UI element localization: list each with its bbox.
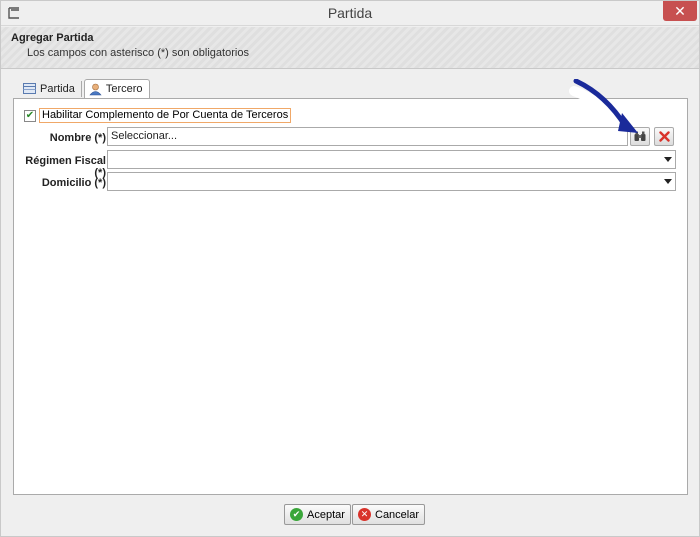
cancel-label: Cancelar [375, 508, 420, 521]
regimen-label: Régimen Fiscal (*) [25, 155, 106, 179]
window-title: Partida [327, 5, 373, 21]
accept-button[interactable]: ✔ Aceptar [284, 504, 351, 525]
check-icon: ✔ [25, 110, 35, 121]
nombre-field[interactable]: Seleccionar... [107, 127, 628, 146]
title-bar: Partida ✕ [1, 1, 699, 26]
regimen-select[interactable] [107, 150, 676, 169]
terceros-checkbox[interactable]: ✔ [24, 109, 36, 122]
user-icon [89, 83, 102, 95]
dialog-window: Partida ✕ Agregar Partida Los campos con… [0, 0, 700, 537]
accept-label: Aceptar [307, 508, 345, 521]
tab-separator [80, 81, 82, 97]
header-panel: Agregar Partida Los campos con asterisco… [1, 27, 699, 69]
close-button[interactable]: ✕ [663, 1, 697, 21]
clear-button[interactable] [654, 127, 674, 146]
domicilio-select[interactable] [107, 172, 676, 191]
cancel-icon: ✕ [358, 508, 371, 521]
clear-x-icon [658, 131, 670, 142]
tab-partida-label: Partida [40, 82, 75, 95]
chevron-down-icon [664, 179, 672, 184]
close-icon: ✕ [674, 2, 686, 19]
header-title: Agregar Partida [11, 32, 94, 44]
tab-strip: Partida Tercero [19, 79, 150, 99]
tab-tercero[interactable]: Tercero [83, 79, 150, 99]
chevron-down-icon [664, 157, 672, 162]
tab-tercero-label: Tercero [105, 83, 143, 95]
nombre-label: Nombre (*) [49, 132, 106, 144]
terceros-checkbox-row: ✔ Habilitar Complemento de Por Cuenta de… [24, 108, 292, 123]
annotation-arrow-icon [569, 79, 638, 133]
accept-icon: ✔ [290, 508, 303, 521]
tab-partida[interactable]: Partida [19, 79, 81, 98]
cancel-button[interactable]: ✕ Cancelar [352, 504, 426, 525]
header-subtitle: Los campos con asterisco (*) son obligat… [27, 47, 249, 59]
domicilio-label: Domicilio (*) [41, 177, 106, 189]
table-icon [23, 83, 36, 94]
terceros-checkbox-label[interactable]: Habilitar Complemento de Por Cuenta de T… [39, 108, 292, 123]
tercero-panel: ✔ Habilitar Complemento de Por Cuenta de… [13, 98, 688, 495]
